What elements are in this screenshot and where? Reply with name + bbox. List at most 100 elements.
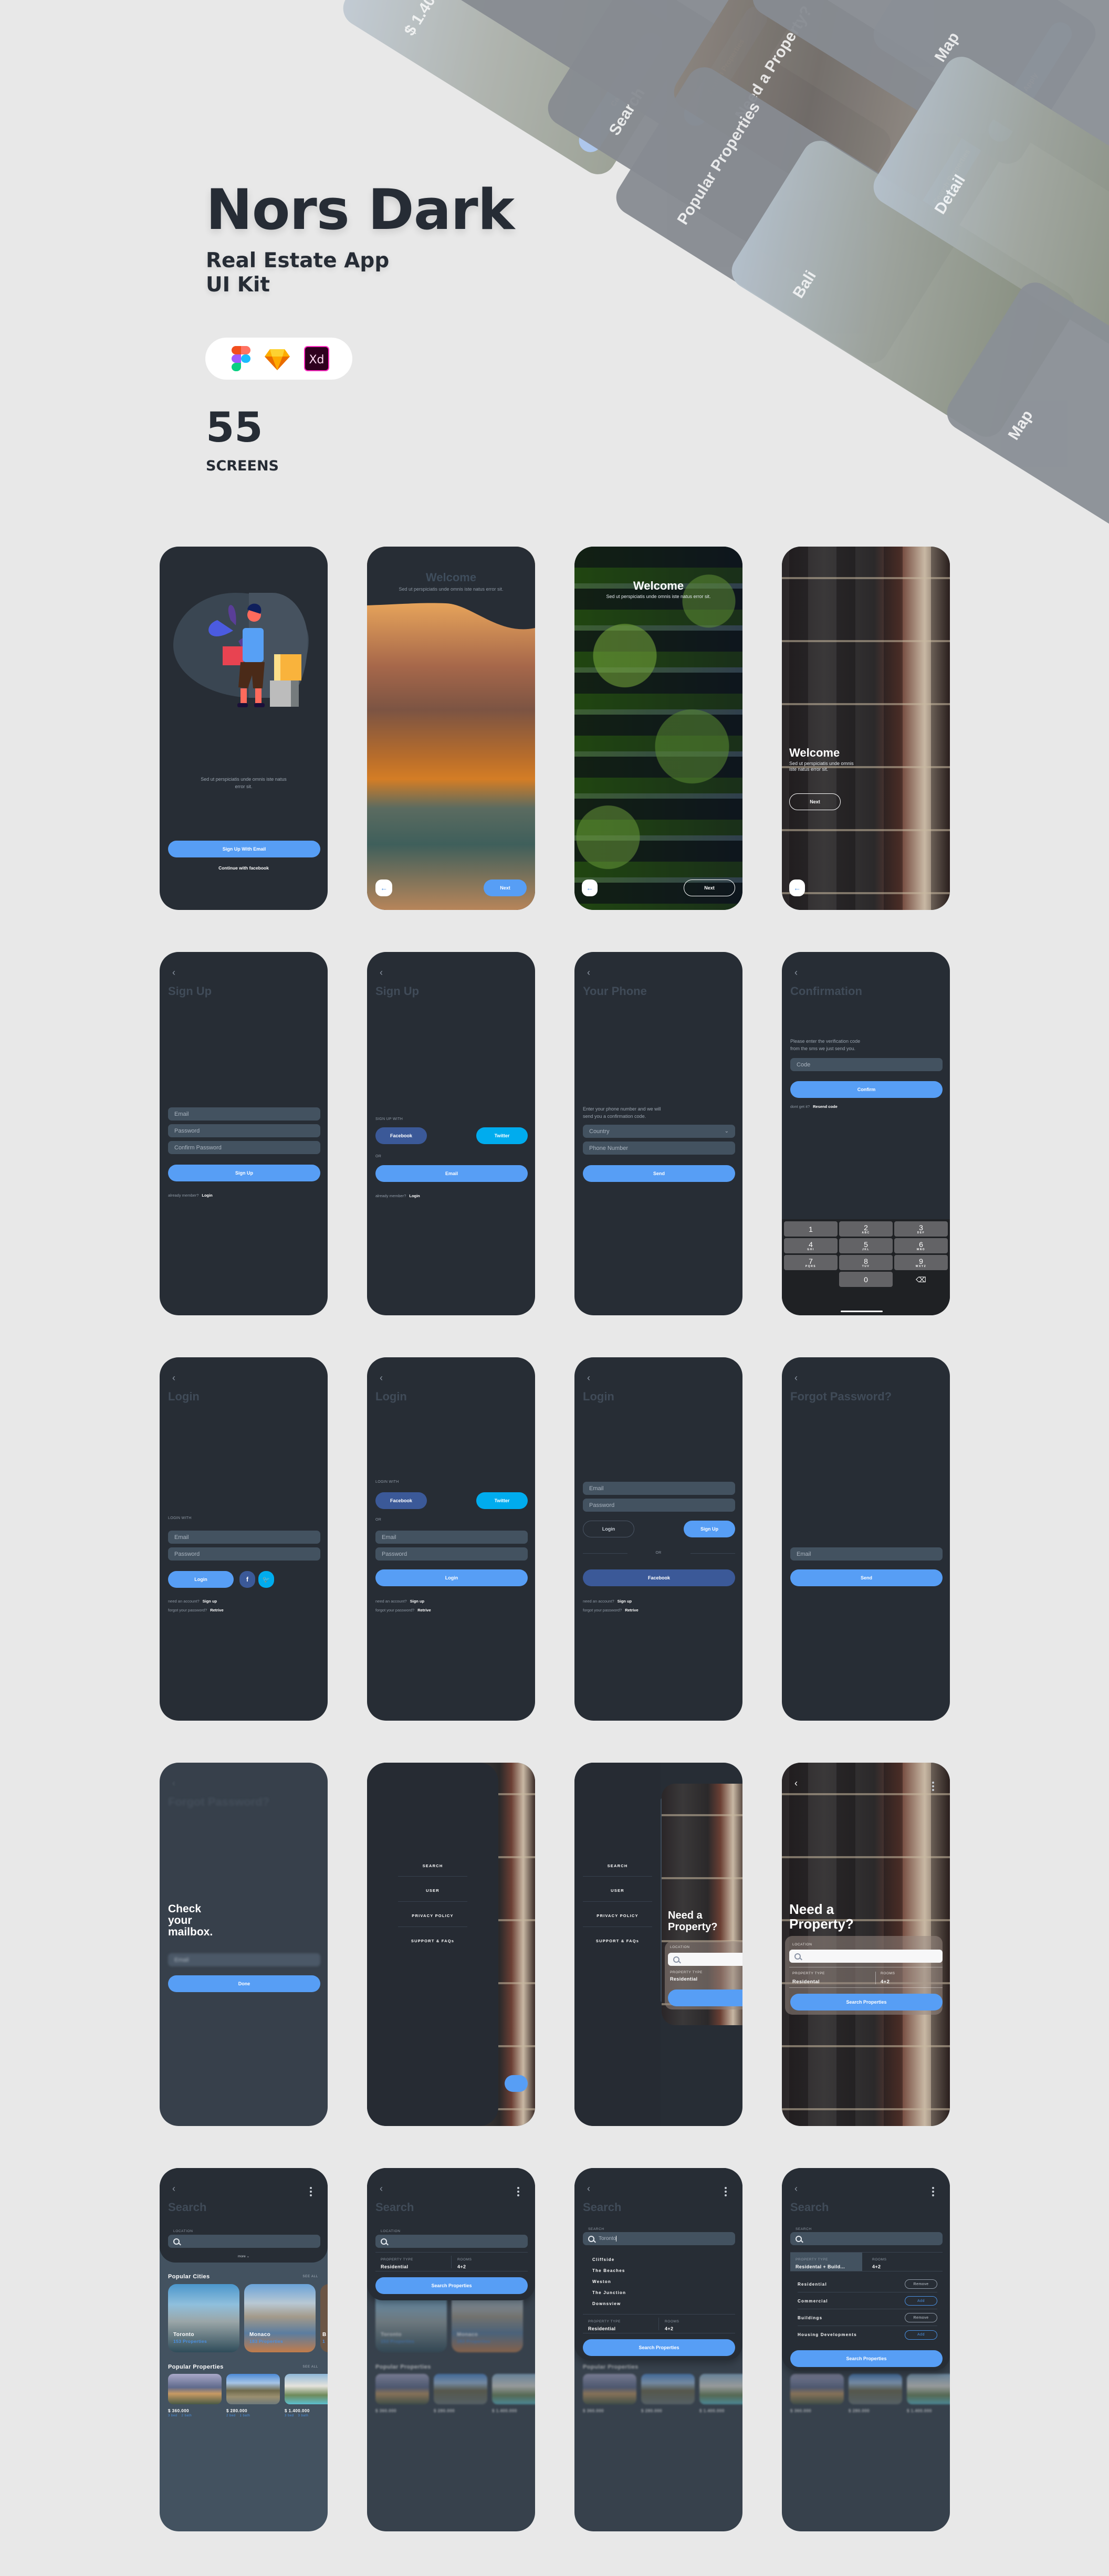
rooms-value[interactable]: 4+2 xyxy=(872,2264,881,2269)
sign-up-with-email-button[interactable]: Sign Up With Email xyxy=(168,841,320,857)
more-options-icon[interactable] xyxy=(725,2187,727,2196)
search-properties-button[interactable]: Search Properties xyxy=(790,1994,943,2010)
email-field[interactable]: Email xyxy=(583,1482,735,1495)
keypad-key[interactable]: 3 DEF xyxy=(894,1221,948,1237)
retrive-link[interactable]: Retrive xyxy=(210,1608,223,1612)
facebook-button[interactable]: Facebook xyxy=(375,1492,427,1509)
email-button[interactable]: Email xyxy=(375,1165,528,1182)
more-filters-toggle[interactable]: more ⌄ xyxy=(160,2254,328,2258)
next-button[interactable]: Next xyxy=(789,793,841,810)
back-arrow-button[interactable]: ← xyxy=(582,879,598,896)
sign-up-link[interactable]: Sign up xyxy=(203,1599,217,1604)
menu-item-privacy-policy[interactable]: PRIVACY POLICY xyxy=(583,1913,652,1918)
login-button[interactable]: Login xyxy=(168,1571,234,1588)
city-card-toronto[interactable]: Toronto 153 Properties xyxy=(168,2284,239,2352)
back-arrow-button[interactable]: ← xyxy=(375,879,392,896)
property-type-value[interactable]: Residential xyxy=(670,1976,697,1982)
location-search-input[interactable] xyxy=(168,2235,320,2248)
more-options-icon[interactable] xyxy=(932,2187,934,2196)
search-input[interactable]: Toronto xyxy=(583,2232,735,2245)
property-card[interactable]: $ 1.400.000 3 bed 3 bath xyxy=(285,2374,328,2417)
email-field[interactable]: Email xyxy=(375,1531,528,1544)
password-field[interactable]: Password xyxy=(583,1499,735,1512)
retrive-link[interactable]: Retrive xyxy=(625,1608,638,1612)
login-toggle-button[interactable]: Login xyxy=(583,1521,634,1537)
see-all-cities-link[interactable]: SEE ALL xyxy=(302,2275,318,2278)
email-field[interactable]: Email xyxy=(790,1547,943,1561)
menu-item-user[interactable]: USER xyxy=(583,1888,652,1893)
retrive-link[interactable]: Retrive xyxy=(417,1608,431,1612)
phone-number-field[interactable]: Phone Number xyxy=(583,1142,735,1155)
send-button[interactable]: Send xyxy=(790,1569,943,1586)
backspace-key[interactable]: ⌫ xyxy=(894,1272,948,1287)
property-card[interactable]: $ 280.000 2 bed 1 bath xyxy=(226,2374,280,2417)
password-field[interactable]: Password xyxy=(375,1547,528,1561)
facebook-button[interactable]: Facebook xyxy=(583,1569,735,1586)
back-chevron-icon[interactable]: ‹ xyxy=(172,1373,180,1383)
see-all-properties-link[interactable]: SEE ALL xyxy=(302,2365,318,2369)
back-chevron-icon[interactable]: ‹ xyxy=(587,1373,594,1383)
continue-with-facebook-link[interactable]: Continue with facebook xyxy=(160,865,328,871)
location-input[interactable] xyxy=(668,1953,742,1966)
password-field[interactable]: Password xyxy=(168,1547,320,1561)
city-card-monaco[interactable]: Monaco 183 Properties xyxy=(244,2284,316,2352)
back-chevron-icon[interactable]: ‹ xyxy=(794,1778,802,1788)
search-properties-button[interactable]: Search Properties xyxy=(375,2277,528,2294)
suggestion-item[interactable]: Downsview xyxy=(592,2301,621,2306)
suggestion-item[interactable]: Weston xyxy=(592,2279,611,2284)
menu-item-search[interactable]: SEARCH xyxy=(398,1863,467,1868)
back-chevron-icon[interactable]: ‹ xyxy=(380,968,387,977)
more-options-icon[interactable] xyxy=(517,2187,519,2196)
rooms-value[interactable]: 4+2 xyxy=(457,2264,466,2269)
more-options-icon[interactable] xyxy=(310,2187,312,2196)
back-chevron-icon[interactable]: ‹ xyxy=(794,968,802,977)
property-type-value[interactable]: Residental xyxy=(792,1979,820,1985)
keypad-key[interactable]: 1 xyxy=(784,1221,838,1237)
add-button[interactable]: Add xyxy=(905,2330,937,2340)
facebook-button[interactable]: Facebook xyxy=(375,1127,427,1144)
suggestion-item[interactable]: The Junction xyxy=(592,2290,626,2295)
back-chevron-icon[interactable]: ‹ xyxy=(380,2184,387,2193)
search-properties-button[interactable]: Search Properties xyxy=(583,2339,735,2356)
keypad-key[interactable]: 6 MNO xyxy=(894,1238,948,1253)
sign-up-link[interactable]: Sign up xyxy=(410,1599,425,1604)
keypad-key[interactable]: 9 WXYZ xyxy=(894,1255,948,1270)
password-field[interactable]: Password xyxy=(168,1124,320,1137)
twitter-icon-button[interactable]: 🐦 xyxy=(258,1571,274,1588)
search-properties-button-partial[interactable] xyxy=(668,1989,742,2006)
menu-item-user[interactable]: USER xyxy=(398,1888,467,1893)
back-chevron-icon[interactable]: ‹ xyxy=(794,1373,802,1383)
back-arrow-button[interactable]: ← xyxy=(789,879,805,896)
twitter-button[interactable]: Twitter xyxy=(476,1492,528,1509)
property-type-value[interactable]: Residental + Build... xyxy=(796,2264,845,2269)
rooms-value[interactable]: 4+2 xyxy=(881,1979,890,1985)
remove-button[interactable]: Remove xyxy=(905,2313,937,2322)
back-chevron-icon[interactable]: ‹ xyxy=(380,1373,387,1383)
twitter-button[interactable]: Twitter xyxy=(476,1127,528,1144)
facebook-icon-button[interactable]: f xyxy=(239,1571,255,1588)
sign-up-toggle-button[interactable]: Sign Up xyxy=(684,1521,735,1537)
more-options-icon[interactable] xyxy=(932,1782,934,1791)
suggestion-item[interactable]: The Beaches xyxy=(592,2268,625,2273)
remove-button[interactable]: Remove xyxy=(905,2279,937,2289)
back-chevron-icon[interactable]: ‹ xyxy=(172,2184,180,2193)
confirm-password-field[interactable]: Confirm Password xyxy=(168,1141,320,1154)
login-link[interactable]: Login xyxy=(409,1193,420,1198)
keypad-key[interactable]: 7 PQRS xyxy=(784,1255,838,1270)
code-field[interactable]: Code xyxy=(790,1058,943,1071)
back-chevron-icon[interactable]: ‹ xyxy=(587,968,594,977)
resend-code-link[interactable]: Resend code xyxy=(813,1104,838,1109)
sign-up-button[interactable]: Sign Up xyxy=(168,1165,320,1181)
keypad-key[interactable]: 0 xyxy=(839,1272,893,1287)
menu-item-privacy-policy[interactable]: PRIVACY POLICY xyxy=(398,1913,467,1918)
keypad-key[interactable]: 2 ABC xyxy=(839,1221,893,1237)
back-chevron-icon[interactable]: ‹ xyxy=(794,2184,802,2193)
search-properties-button[interactable]: Search Properties xyxy=(790,2350,943,2367)
menu-item-support-faqs[interactable]: SUPPORT & FAQs xyxy=(398,1939,467,1943)
country-select[interactable]: Country ⌄ xyxy=(583,1125,735,1138)
property-type-value[interactable]: Residential xyxy=(588,2326,615,2331)
menu-item-search[interactable]: SEARCH xyxy=(583,1863,652,1868)
sign-up-link[interactable]: Sign up xyxy=(618,1599,632,1604)
property-card[interactable]: $ 360.000 3 bed 2 bath xyxy=(168,2374,222,2417)
location-search-input[interactable] xyxy=(375,2235,528,2248)
